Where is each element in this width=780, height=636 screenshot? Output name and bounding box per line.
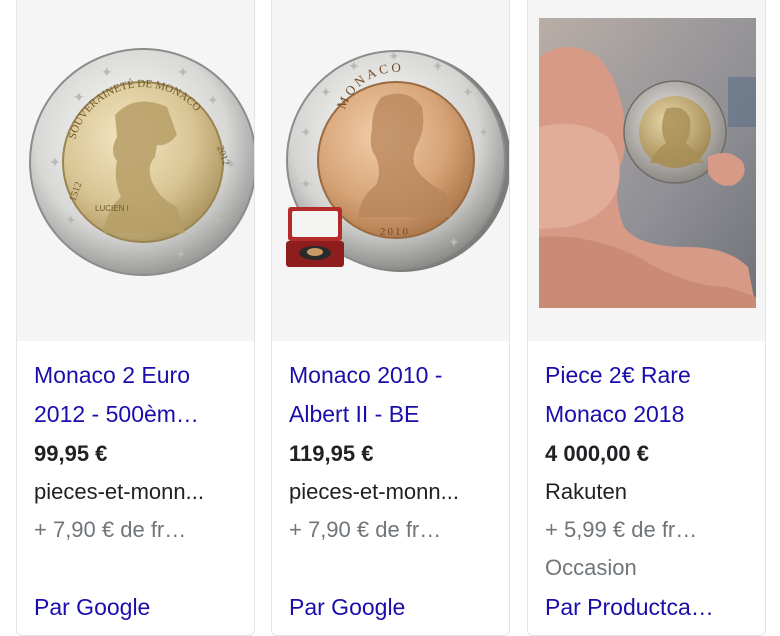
coin-presentation-box: [286, 207, 344, 267]
svg-text:✦: ✦: [320, 84, 332, 100]
product-via-link[interactable]: Par Google: [34, 590, 150, 624]
svg-text:✦: ✦: [177, 64, 189, 80]
product-merchant: Rakuten: [545, 479, 627, 504]
svg-text:✦: ✦: [348, 58, 360, 74]
coin-lucien-image: ✦ ✦ ✦ ✦ ✦ ✦ ✦ ✦ ✦ ✦ SOUVERAINETÉ DE MONA…: [29, 48, 254, 276]
svg-text:✦: ✦: [101, 64, 113, 80]
coin-albert-image: ✦ ✦ ✦ ✦ ✦ ✦ ✦ ✦ ✦ ✦ MONACO 2010: [286, 48, 509, 272]
svg-text:✦: ✦: [175, 246, 187, 262]
coin-in-hand-photo: [539, 18, 756, 308]
svg-text:✦: ✦: [478, 176, 490, 192]
coin-2-year: 2010: [380, 226, 410, 238]
product-card-2[interactable]: ✦ ✦ ✦ ✦ ✦ ✦ ✦ ✦ ✦ ✦ MONACO 2010 Monaco 2…: [271, 0, 510, 636]
svg-text:✦: ✦: [65, 212, 77, 228]
product-image-2[interactable]: ✦ ✦ ✦ ✦ ✦ ✦ ✦ ✦ ✦ ✦ MONACO 2010: [272, 0, 509, 341]
shopping-results-grid: ✦ ✦ ✦ ✦ ✦ ✦ ✦ ✦ ✦ ✦ SOUVERAINETÉ DE MONA…: [0, 0, 780, 636]
product-via-link[interactable]: Par Productca…: [545, 590, 714, 624]
product-condition: Occasion: [545, 555, 637, 580]
product-info-3: Piece 2€ Rare Monaco 2018 4 000,00 € Rak…: [545, 355, 757, 587]
product-shipping: + 7,90 € de fr…: [34, 517, 187, 542]
product-card-3[interactable]: Piece 2€ Rare Monaco 2018 4 000,00 € Rak…: [527, 0, 766, 636]
product-title-line1[interactable]: Monaco 2010 -: [289, 356, 501, 394]
svg-text:✦: ✦: [448, 234, 460, 250]
product-price: 119,95 €: [289, 441, 374, 466]
svg-text:✦: ✦: [73, 89, 85, 105]
product-merchant: pieces-et-monn...: [289, 479, 459, 504]
svg-text:✦: ✦: [207, 92, 219, 108]
product-price: 99,95 €: [34, 441, 108, 466]
product-title-line2[interactable]: Albert II - BE: [289, 395, 501, 433]
product-title-line2[interactable]: Monaco 2018: [545, 395, 757, 433]
svg-text:✦: ✦: [300, 176, 312, 192]
product-image-1[interactable]: ✦ ✦ ✦ ✦ ✦ ✦ ✦ ✦ ✦ ✦ SOUVERAINETÉ DE MONA…: [17, 0, 254, 341]
product-shipping: + 7,90 € de fr…: [289, 517, 442, 542]
product-info-2: Monaco 2010 - Albert II - BE 119,95 € pi…: [289, 355, 501, 549]
product-title-line1[interactable]: Monaco 2 Euro: [34, 356, 246, 394]
product-title-line1[interactable]: Piece 2€ Rare: [545, 356, 757, 394]
svg-text:✦: ✦: [212, 212, 224, 228]
product-merchant: pieces-et-monn...: [34, 479, 204, 504]
product-shipping: + 5,99 € de fr…: [545, 517, 698, 542]
product-card-1[interactable]: ✦ ✦ ✦ ✦ ✦ ✦ ✦ ✦ ✦ ✦ SOUVERAINETÉ DE MONA…: [16, 0, 255, 636]
product-via-link[interactable]: Par Google: [289, 590, 405, 624]
svg-text:✦: ✦: [103, 246, 115, 262]
product-info-1: Monaco 2 Euro 2012 - 500èm… 99,95 € piec…: [34, 355, 246, 549]
svg-text:✦: ✦: [49, 154, 61, 170]
product-image-3[interactable]: [528, 0, 765, 341]
svg-text:✦: ✦: [478, 124, 490, 140]
svg-text:✦: ✦: [300, 124, 312, 140]
svg-text:✦: ✦: [462, 84, 474, 100]
coin-1-signature: LUCIEN I: [95, 204, 129, 213]
svg-text:✦: ✦: [432, 58, 444, 74]
product-title-line2[interactable]: 2012 - 500èm…: [34, 395, 246, 433]
product-price: 4 000,00 €: [545, 441, 649, 466]
